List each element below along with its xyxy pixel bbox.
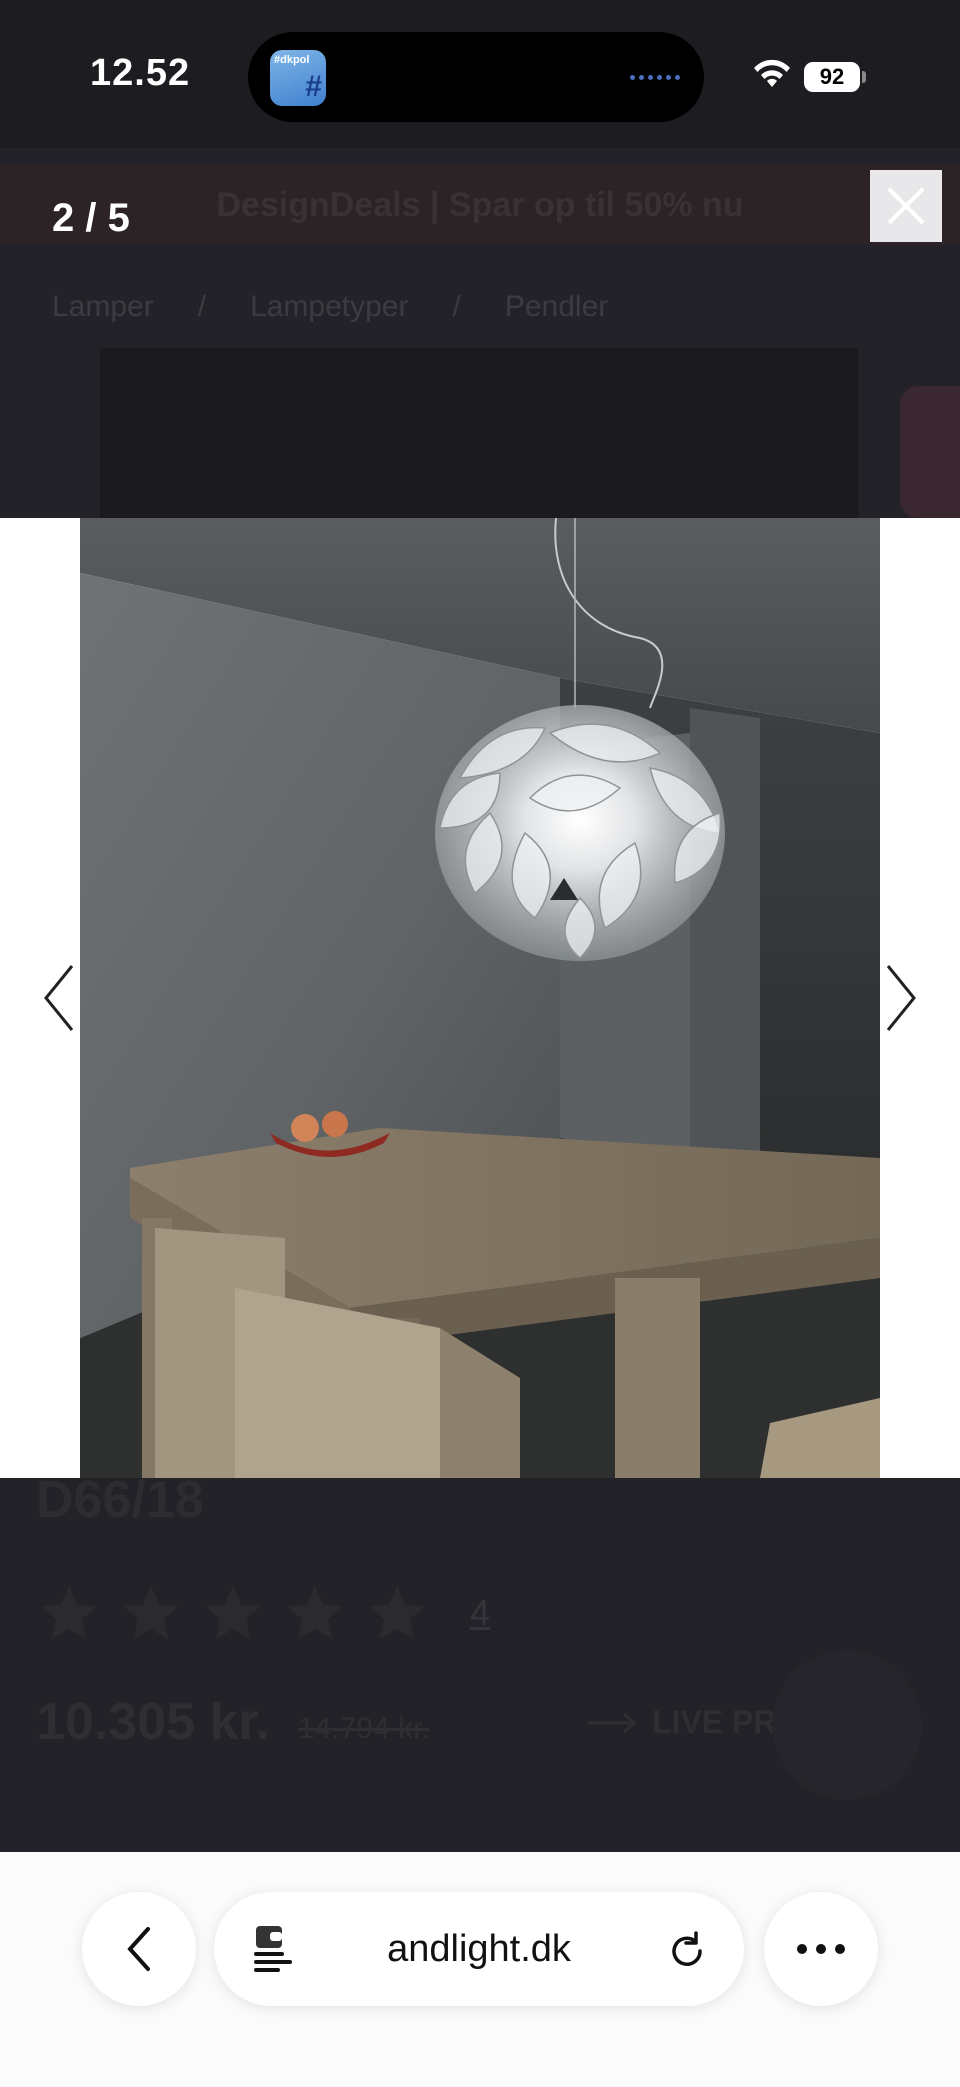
status-time: 12.52 (90, 52, 191, 94)
dynamic-island: #dkpol # (248, 32, 704, 122)
back-button[interactable] (82, 1892, 196, 2006)
live-pricing-link: LIVE PR (586, 1704, 776, 1741)
reload-icon[interactable] (666, 1929, 708, 1971)
next-image-button[interactable] (870, 958, 930, 1038)
star-icon (287, 1585, 343, 1640)
star-icon (41, 1585, 97, 1640)
previous-image-button[interactable] (30, 958, 90, 1038)
live-label: LIVE PR (652, 1704, 777, 1740)
url-text: andlight.dk (387, 1927, 571, 1970)
chevron-right-icon (886, 965, 916, 1031)
lightbox-stage (0, 518, 960, 1478)
browser-toolbar: andlight.dk (0, 1852, 960, 2087)
breadcrumb-separator: / (452, 290, 461, 323)
product-photo[interactable] (80, 518, 880, 1478)
activity-dots-icon (630, 75, 680, 80)
address-bar[interactable]: andlight.dk (214, 1892, 744, 2006)
battery-tip (862, 71, 866, 83)
more-dots-icon (797, 1944, 845, 1954)
breadcrumb-item-lamper: Lamper (52, 290, 154, 323)
product-hero-image (100, 348, 858, 518)
star-icon (123, 1585, 179, 1640)
price: 10.305 kr. (36, 1693, 271, 1751)
promo-banner: DesignDeals | Spar op til 50% nu (0, 165, 960, 245)
rating-stars: 4 (36, 1580, 490, 1646)
floating-chat-button (772, 1650, 922, 1800)
close-icon (887, 187, 925, 225)
close-lightbox-button[interactable] (870, 170, 942, 242)
pendant-lamp-photo (80, 518, 880, 1478)
breadcrumb-item-pendler: Pendler (504, 290, 609, 323)
notification-app-label: #dkpol (274, 54, 310, 66)
star-icon (369, 1585, 425, 1640)
battery-indicator: 92 (804, 62, 860, 92)
star-icon (205, 1585, 261, 1640)
back-chevron-icon (127, 1927, 150, 1971)
old-price: 14.794 kr. (298, 1712, 430, 1745)
more-button[interactable] (764, 1892, 878, 2006)
arrow-right-icon (588, 1712, 637, 1733)
chevron-left-icon (44, 965, 74, 1031)
status-bar: 12.52 #dkpol # 92 (0, 0, 960, 148)
wifi-icon (754, 59, 790, 87)
product-title: D66/18 (36, 1471, 204, 1529)
breadcrumb: Lamper / Lampetyper / Pendler (52, 285, 608, 329)
review-count: 4 (470, 1592, 491, 1633)
chat-tab (900, 386, 960, 518)
notification-app-icon: #dkpol # (270, 50, 326, 106)
breadcrumb-item-lampetyper: Lampetyper (250, 290, 409, 323)
breadcrumb-separator: / (197, 290, 207, 323)
image-counter: 2 / 5 (52, 196, 130, 240)
